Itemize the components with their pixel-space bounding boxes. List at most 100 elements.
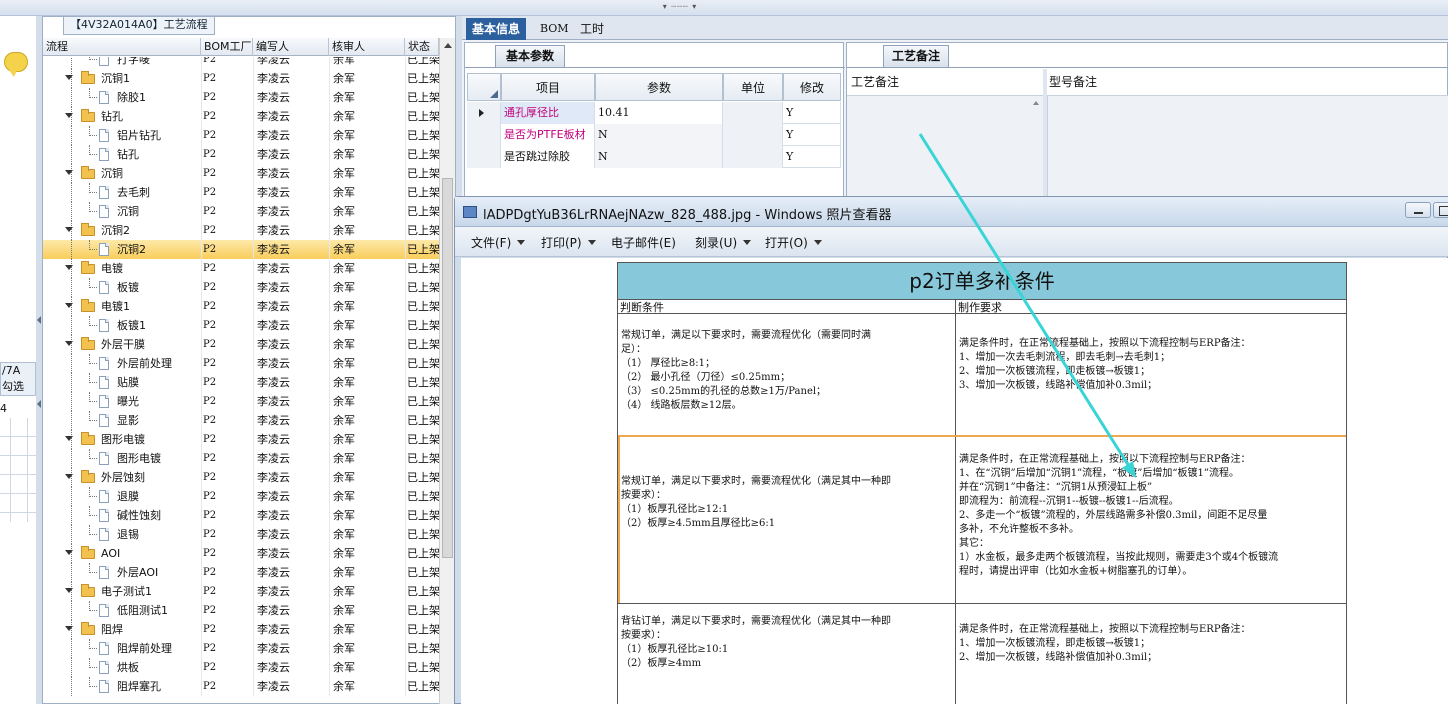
tree-row[interactable]: 显影 P2 李凌云 余军 已上架 — [43, 411, 439, 430]
process-memo-textarea[interactable] — [847, 95, 1043, 203]
param-modify[interactable]: Y — [783, 124, 841, 146]
menu-print[interactable]: 打印(P) — [541, 234, 596, 251]
grid-line — [201, 373, 202, 392]
tree-row[interactable]: 板镀 P2 李凌云 余军 已上架 — [43, 278, 439, 297]
expand-chevron-icon[interactable] — [65, 75, 73, 80]
minimize-button[interactable] — [1405, 202, 1431, 218]
tree-row[interactable]: 沉铜1 P2 李凌云 余军 已上架 — [43, 69, 439, 88]
collapse-left-icon[interactable] — [37, 400, 41, 408]
tree-row[interactable]: 退锡 P2 李凌云 余军 已上架 — [43, 525, 439, 544]
tree-row[interactable]: 除胶1 P2 李凌云 余军 已上架 — [43, 88, 439, 107]
tree-row[interactable]: 沉铜2 P2 李凌云 余军 已上架 — [43, 240, 439, 259]
maximize-button[interactable] — [1433, 202, 1448, 218]
tree-connector — [89, 240, 97, 250]
expand-chevron-icon[interactable] — [65, 436, 73, 441]
param-row[interactable]: 通孔厚径比 10.41 Y — [467, 102, 841, 124]
expand-chevron-icon[interactable] — [65, 227, 73, 232]
tree-row[interactable]: 电镀1 P2 李凌云 余军 已上架 — [43, 297, 439, 316]
grid-header-modify[interactable]: 修改 — [783, 73, 841, 101]
tree-row[interactable]: 钻孔 P2 李凌云 余军 已上架 — [43, 145, 439, 164]
column-header-bom[interactable]: BOM工厂 — [201, 38, 253, 56]
tree-row[interactable]: 低阻测试1 P2 李凌云 余军 已上架 — [43, 601, 439, 620]
tree-row[interactable]: 阻焊 P2 李凌云 余军 已上架 — [43, 620, 439, 639]
expand-chevron-icon[interactable] — [65, 113, 73, 118]
tree-row[interactable]: 外层蚀刻 P2 李凌云 余军 已上架 — [43, 468, 439, 487]
expand-chevron-icon[interactable] — [65, 550, 73, 555]
row-indicator[interactable] — [467, 146, 501, 168]
bom-cell: P2 — [203, 605, 217, 616]
column-header-status[interactable]: 状态 — [405, 38, 439, 56]
viewer-titlebar[interactable]: lADPDgtYuB36LrRNAejNAzw_828_488.jpg - Wi… — [455, 197, 1448, 227]
expand-chevron-icon[interactable] — [65, 626, 73, 631]
param-row[interactable]: 是否为PTFE板材 N Y — [467, 124, 841, 146]
expand-chevron-icon[interactable] — [65, 170, 73, 175]
expand-chevron-icon[interactable] — [65, 474, 73, 479]
splitter-grip-icon[interactable]: ▾ ┈┈┈ ▾ — [650, 3, 710, 11]
scroll-up-icon[interactable] — [1033, 101, 1039, 105]
tab-bom[interactable]: BOM — [534, 18, 575, 40]
tree-row[interactable]: 电镀 P2 李凌云 余军 已上架 — [43, 259, 439, 278]
tree-row[interactable]: 沉铜2 P2 李凌云 余军 已上架 — [43, 221, 439, 240]
menu-open[interactable]: 打开(O) — [765, 234, 822, 251]
tree-row[interactable]: 烘板 P2 李凌云 余军 已上架 — [43, 658, 439, 677]
tree-row[interactable]: 板镀1 P2 李凌云 余军 已上架 — [43, 316, 439, 335]
tree-row[interactable]: 电子测试1 P2 李凌云 余军 已上架 — [43, 582, 439, 601]
tree-row[interactable]: 铝片钻孔 P2 李凌云 余军 已上架 — [43, 126, 439, 145]
param-modify[interactable]: Y — [783, 146, 841, 168]
tree-row[interactable]: 退膜 P2 李凌云 余军 已上架 — [43, 487, 439, 506]
param-unit[interactable] — [723, 146, 783, 168]
tree-row[interactable]: 图形电镀 P2 李凌云 余军 已上架 — [43, 430, 439, 449]
tree-row[interactable]: 碱性蚀刻 P2 李凌云 余军 已上架 — [43, 506, 439, 525]
tree-row[interactable]: 阻焊塞孔 P2 李凌云 余军 已上架 — [43, 677, 439, 696]
param-row[interactable]: 是否跳过除胶 N Y — [467, 146, 841, 168]
tree-row[interactable]: 贴膜 P2 李凌云 余军 已上架 — [43, 373, 439, 392]
grid-header-item[interactable]: 项目 — [501, 73, 595, 101]
menu-file[interactable]: 文件(F) — [471, 234, 526, 251]
tree-row[interactable]: 去毛刺 P2 李凌云 余军 已上架 — [43, 183, 439, 202]
collapse-left-icon[interactable] — [37, 316, 41, 324]
tree-row[interactable]: 外层AOI P2 李凌云 余军 已上架 — [43, 563, 439, 582]
tab-process-memo[interactable]: 工艺备注 — [883, 45, 949, 67]
column-header-reviewer[interactable]: 核审人 — [329, 38, 405, 56]
tab-basic-params[interactable]: 基本参数 — [495, 45, 565, 67]
tree-row[interactable]: 阻焊前处理 P2 李凌云 余军 已上架 — [43, 639, 439, 658]
document-image: p2订单多补条件 判断条件 制作要求 常规订单，满足以下要求时，需要流程优化（需… — [617, 262, 1347, 704]
expand-chevron-icon[interactable] — [65, 588, 73, 593]
column-header-process[interactable]: 流程 — [43, 38, 201, 56]
expand-chevron-icon[interactable] — [65, 303, 73, 308]
status-cell: 已上架 — [407, 547, 439, 560]
menu-email[interactable]: 电子邮件(E) — [611, 234, 676, 251]
row-indicator[interactable] — [467, 124, 501, 146]
tab-hours[interactable]: 工时 — [574, 18, 610, 40]
param-value[interactable]: N — [595, 146, 723, 168]
row-indicator[interactable] — [467, 102, 501, 124]
chat-bubble-icon[interactable] — [4, 52, 28, 77]
tree-row[interactable]: 图形电镀 P2 李凌云 余军 已上架 — [43, 449, 439, 468]
model-memo-textarea[interactable] — [1047, 95, 1448, 203]
tree-row[interactable]: 外层干膜 P2 李凌云 余军 已上架 — [43, 335, 439, 354]
scroll-thumb[interactable] — [442, 178, 453, 558]
param-value[interactable]: 10.41 — [595, 102, 723, 124]
grid-header-value[interactable]: 参数 — [595, 73, 723, 101]
param-unit[interactable] — [723, 124, 783, 146]
tree-row[interactable]: 外层前处理 P2 李凌云 余军 已上架 — [43, 354, 439, 373]
tree-row[interactable]: 沉铜 P2 李凌云 余军 已上架 — [43, 164, 439, 183]
menu-burn[interactable]: 刻录(U) — [695, 234, 752, 251]
scroll-up-icon[interactable] — [444, 43, 452, 48]
grid-header-unit[interactable]: 单位 — [723, 73, 783, 101]
folder-icon — [81, 470, 95, 483]
param-unit[interactable] — [723, 102, 783, 124]
tree-scrollbar[interactable] — [439, 38, 455, 704]
viewer-image-area[interactable]: p2订单多补条件 判断条件 制作要求 常规订单，满足以下要求时，需要流程优化（需… — [461, 258, 1448, 704]
param-modify[interactable]: Y — [783, 102, 841, 124]
tree-row[interactable]: 打字唛 P2 李凌云 余军 已上架 — [43, 57, 439, 69]
tab-basic-info[interactable]: 基本信息 — [466, 18, 527, 40]
tree-row[interactable]: AOI P2 李凌云 余军 已上架 — [43, 544, 439, 563]
column-header-author[interactable]: 编写人 — [253, 38, 329, 56]
tree-row[interactable]: 曝光 P2 李凌云 余军 已上架 — [43, 392, 439, 411]
tree-row[interactable]: 钻孔 P2 李凌云 余军 已上架 — [43, 107, 439, 126]
expand-chevron-icon[interactable] — [65, 341, 73, 346]
param-value[interactable]: N — [595, 124, 723, 146]
tree-row[interactable]: 沉铜 P2 李凌云 余军 已上架 — [43, 202, 439, 221]
expand-chevron-icon[interactable] — [65, 265, 73, 270]
